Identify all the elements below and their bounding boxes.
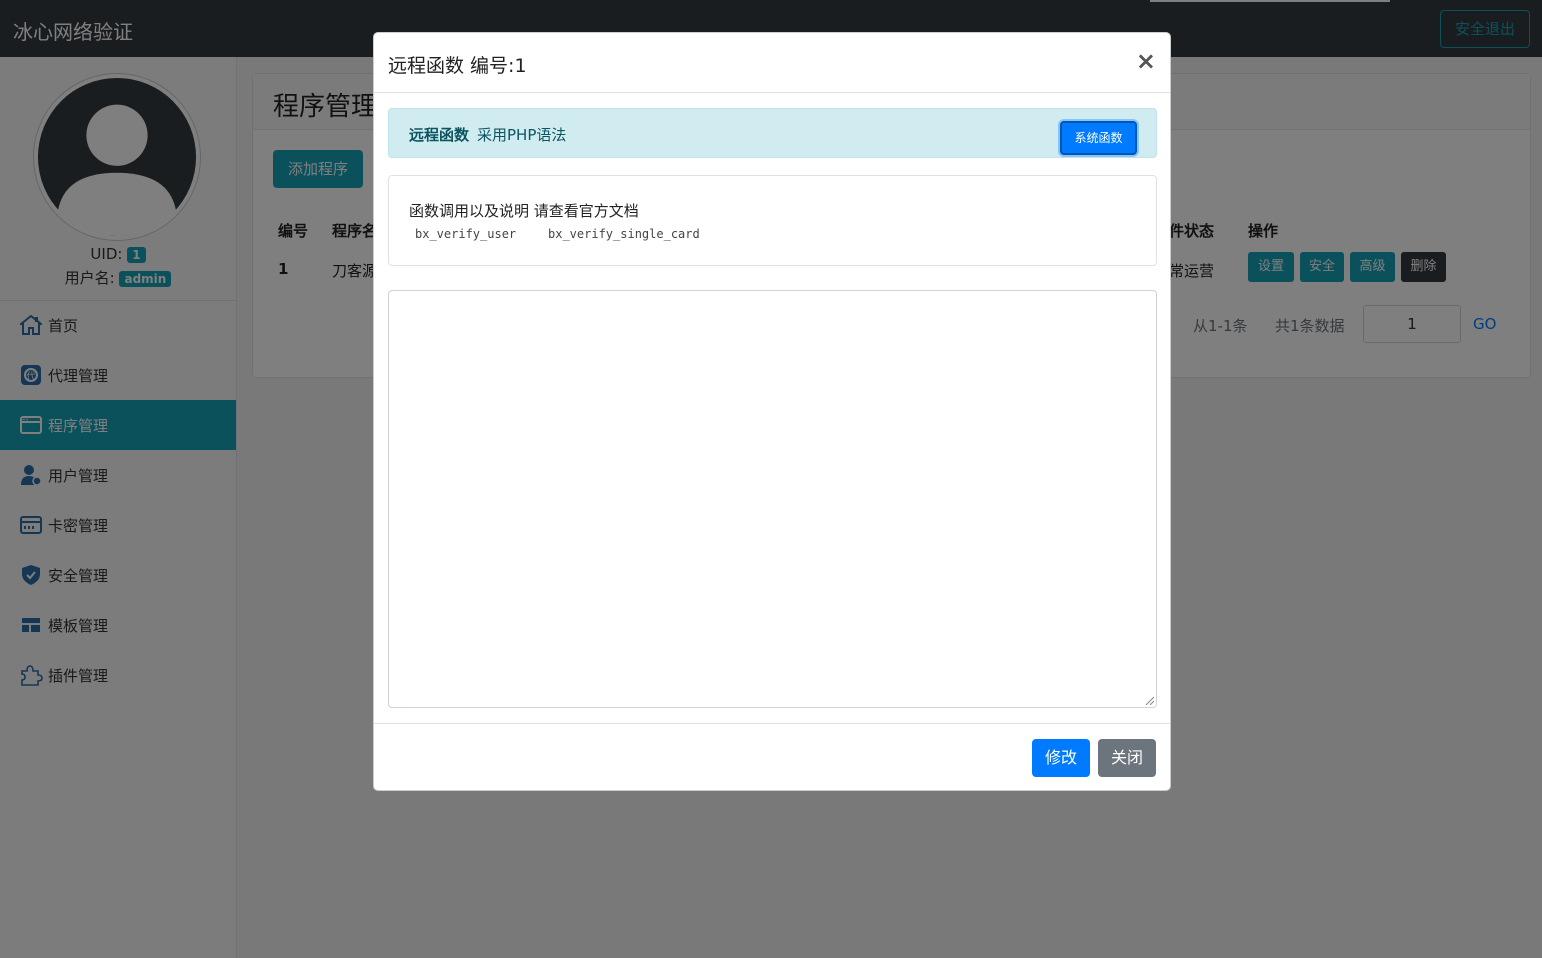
modal-title: 远程函数 编号:1 xyxy=(388,55,527,77)
remote-function-modal: 远程函数 编号:1 × 远程函数 采用PHP语法 系统函数 函数调用以及说明 请… xyxy=(373,32,1171,791)
system-functions-button[interactable]: 系统函数 xyxy=(1060,121,1137,155)
alert-title: 远程函数 xyxy=(409,126,470,144)
code-example: bx_verify_user xyxy=(415,227,517,241)
close-icon[interactable]: × xyxy=(1136,49,1156,73)
modal-footer: 修改 关闭 xyxy=(374,723,1170,791)
alert-text: 采用PHP语法 xyxy=(477,126,567,144)
doc-description: 函数调用以及说明 请查看官方文档 xyxy=(409,202,639,220)
code-example: bx_verify_single_card xyxy=(548,227,700,241)
info-alert: 远程函数 采用PHP语法 系统函数 xyxy=(388,108,1157,158)
resize-handle-icon[interactable] xyxy=(1144,695,1154,705)
documentation-box: 函数调用以及说明 请查看官方文档 bx_verify_user bx_verif… xyxy=(388,175,1157,266)
close-button[interactable]: 关闭 xyxy=(1098,739,1156,777)
code-editor-textarea[interactable] xyxy=(388,290,1157,708)
save-button[interactable]: 修改 xyxy=(1032,739,1090,777)
modal-header: 远程函数 编号:1 × xyxy=(374,33,1170,93)
